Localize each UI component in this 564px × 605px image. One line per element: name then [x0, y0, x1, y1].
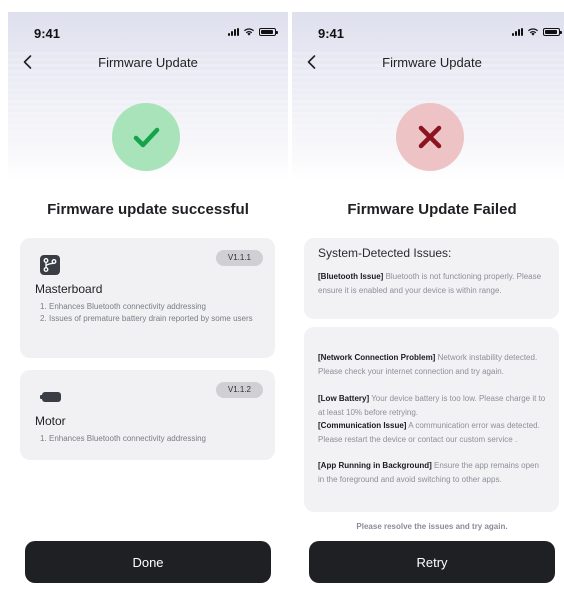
status-icons [512, 27, 562, 36]
cellular-signal-icon [228, 27, 239, 36]
wifi-icon [244, 28, 254, 36]
issues-heading: System-Detected Issues: [318, 246, 452, 260]
issue-app-background: [App Running in Background] Ensure the a… [318, 461, 539, 484]
done-button[interactable]: Done [25, 541, 271, 583]
status-time: 9:41 [318, 26, 345, 41]
nav-title: Firmware Update [98, 55, 198, 70]
status-bar: 9:41 [8, 12, 288, 48]
resolve-note: Please resolve the issues and try again. [356, 522, 508, 531]
battery-pill-icon [40, 392, 61, 402]
status-bar: 9:41 [292, 12, 564, 48]
cellular-signal-icon [512, 27, 523, 36]
page-title: Firmware update successful [47, 201, 249, 218]
success-badge [112, 103, 180, 171]
nav-title: Firmware Update [382, 55, 482, 70]
release-notes: 1. Enhances Bluetooth connectivity addres… [40, 433, 263, 445]
nav-bar: Firmware Update [292, 50, 564, 74]
page-title: Firmware Update Failed [347, 201, 517, 218]
release-notes: 1. Enhances Bluetooth connectivity addres… [40, 301, 263, 325]
version-badge: V1.1.2 [215, 382, 263, 398]
checkmark-icon [133, 127, 160, 148]
failure-screen: 9:41 Firmware Update Firmware Update Fai… [292, 12, 564, 596]
status-time: 9:41 [34, 26, 61, 41]
version-badge: V1.1.1 [215, 250, 263, 266]
component-name: Masterboard [35, 282, 103, 296]
retry-button[interactable]: Retry [309, 541, 555, 583]
issue-low-battery: [Low Battery] Your device battery is too… [318, 394, 546, 417]
issue-network: [Network Connection Problem] Network ins… [318, 353, 538, 376]
cross-icon [418, 125, 442, 149]
release-note: 1. Enhances Bluetooth connectivity addres… [40, 302, 206, 311]
component-card-masterboard: V1.1.1 Masterboard 1. Enhances Bluetooth … [20, 238, 275, 358]
component-name: Motor [35, 414, 66, 428]
release-note: 2. Issues of premature battery drain repo… [40, 314, 253, 323]
release-note: 1. Enhances Bluetooth connectivity addres… [40, 434, 206, 443]
detected-issues-card: System-Detected Issues: [Bluetooth Issue… [304, 238, 559, 319]
battery-icon [543, 27, 562, 36]
issue-communication: [Communication Issue] A communication er… [318, 421, 540, 444]
status-icons [228, 27, 278, 36]
wifi-icon [528, 28, 538, 36]
battery-icon [259, 27, 278, 36]
component-card-motor: V1.1.2 Motor 1. Enhances Bluetooth connec… [20, 370, 275, 460]
issue-bluetooth: [Bluetooth Issue] Bluetooth is not funct… [318, 272, 542, 295]
success-screen: 9:41 Firmware Update Firmware update suc… [8, 12, 288, 596]
issues-list-card: [Network Connection Problem] Network ins… [304, 327, 559, 512]
error-badge [396, 103, 464, 171]
branch-icon [40, 255, 60, 275]
nav-bar: Firmware Update [8, 50, 288, 74]
